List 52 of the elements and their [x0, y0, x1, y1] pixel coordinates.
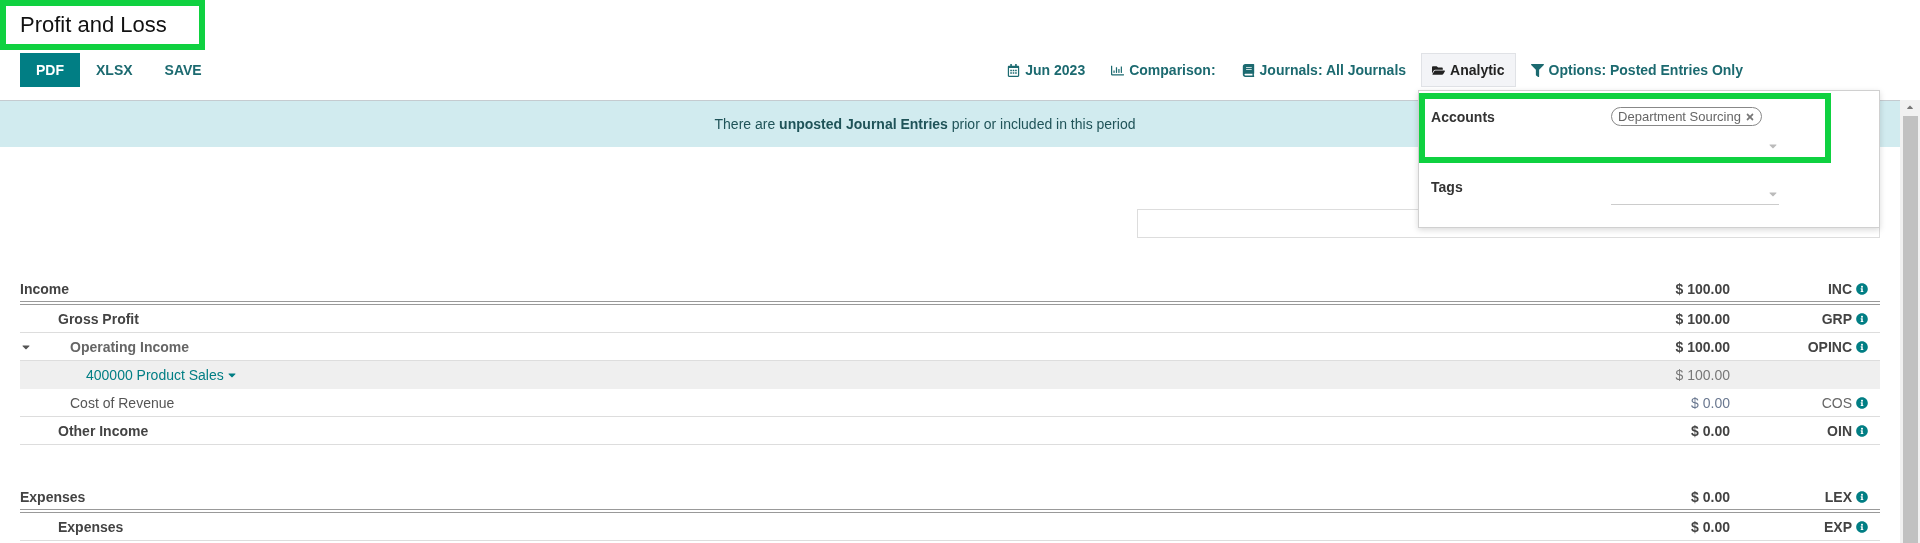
tag-chip[interactable]: Department Sourcing: [1611, 107, 1762, 126]
filter-label: Tags: [1431, 178, 1464, 197]
scrollbar[interactable]: [1900, 100, 1920, 543]
filter-button[interactable]: Jun 2023: [996, 53, 1097, 87]
primary-button[interactable]: PDF: [20, 53, 80, 87]
amount-text: $ 0.00: [1691, 489, 1730, 505]
page-title: Profit and Loss: [20, 11, 167, 38]
filter-button[interactable]: Analytic: [1421, 53, 1516, 87]
amount-text: $ 100.00: [1675, 310, 1730, 327]
code-text: EXP: [1824, 518, 1852, 535]
scroll-thumb[interactable]: [1902, 116, 1918, 543]
account-link[interactable]: 400000 Product Sales: [86, 367, 238, 383]
info-icon[interactable]: [1856, 396, 1868, 409]
info-icon[interactable]: [1856, 424, 1868, 437]
row-label: Gross Profit: [58, 310, 139, 327]
row-label: Expenses: [20, 489, 86, 505]
row-label: Expenses: [58, 518, 124, 535]
code-text: GRP: [1821, 310, 1852, 327]
amount-text: $ 0.00: [1691, 518, 1730, 535]
code-text: LEX: [1824, 489, 1852, 505]
tag-select-field[interactable]: Department Sourcing: [1611, 99, 1780, 157]
code-text: OPINC: [1807, 338, 1852, 355]
notice-text: There are unposted Journal Entries prior or included in this period: [714, 116, 1136, 132]
filter-button[interactable]: Journals: All Journals: [1230, 53, 1418, 87]
amount-text: $ 0.00: [1691, 394, 1730, 411]
code-text: COS: [1821, 394, 1852, 411]
row-label: Operating Income: [70, 338, 190, 355]
info-icon[interactable]: [1856, 520, 1868, 533]
filter-button[interactable]: Options: Posted Entries Only: [1519, 53, 1754, 87]
filter-label: Accounts: [1431, 108, 1496, 127]
row-label: Cost of Revenue: [70, 394, 175, 411]
export-button[interactable]: SAVE: [148, 53, 218, 87]
amount-text: $ 100.00: [1675, 367, 1730, 383]
row-label: Other Income: [58, 422, 149, 439]
amount-text: $ 100.00: [1675, 338, 1730, 355]
book-icon: [1241, 63, 1255, 77]
export-button[interactable]: XLSX: [80, 53, 149, 87]
filter-icon: [1530, 63, 1544, 77]
row-label: Income: [20, 281, 69, 297]
info-icon[interactable]: [1856, 283, 1868, 295]
bar-chart-icon: [1111, 63, 1125, 77]
amount-text: $ 0.00: [1691, 422, 1730, 439]
amount-text: $ 100.00: [1675, 281, 1730, 297]
remove-icon[interactable]: [1744, 111, 1755, 122]
folder-icon: [1432, 63, 1446, 77]
calendar-icon: [1007, 63, 1021, 77]
code-text: OIN: [1827, 422, 1852, 439]
code-text: INC: [1827, 281, 1852, 297]
filter-button[interactable]: Comparison:: [1100, 53, 1227, 87]
info-icon[interactable]: [1856, 312, 1868, 325]
info-icon[interactable]: [1856, 491, 1868, 503]
info-icon[interactable]: [1856, 340, 1868, 353]
